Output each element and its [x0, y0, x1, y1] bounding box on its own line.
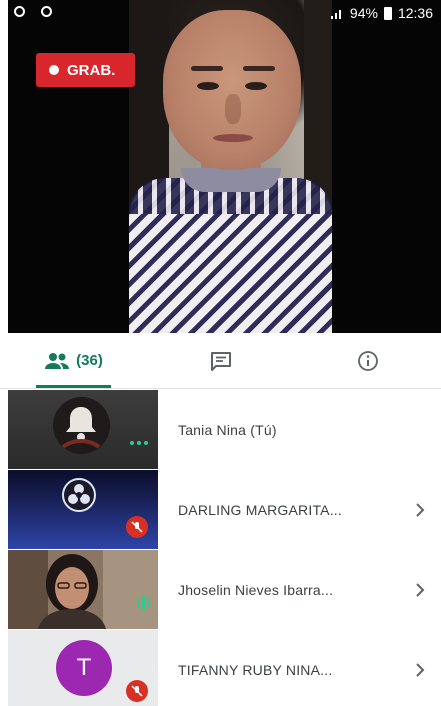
participant-name: Jhoselin Nieves Ibarra... — [178, 582, 334, 598]
video-eye-right — [245, 82, 267, 90]
participant-name: Tania Nina (Tú) — [178, 422, 277, 438]
mic-off-icon — [126, 516, 148, 538]
participant-thumbnail — [8, 550, 158, 629]
video-nose — [225, 94, 241, 124]
people-icon — [45, 352, 70, 369]
more-options-icon[interactable] — [130, 441, 148, 445]
avatar: T — [56, 640, 112, 696]
chevron-right-icon[interactable] — [415, 630, 425, 706]
video-eye-left — [197, 82, 219, 90]
bell-avatar-icon — [61, 407, 101, 449]
participant-row[interactable]: Tania Nina (Tú) — [0, 390, 441, 470]
info-icon — [357, 350, 378, 371]
battery-percent: 94% — [349, 5, 378, 21]
participant-thumbnail: T — [8, 630, 158, 706]
recording-label: GRAB. — [67, 61, 116, 79]
video-collar — [181, 168, 281, 192]
participant-name: DARLING MARGARITA... — [178, 502, 342, 518]
tab-chat[interactable] — [147, 333, 294, 388]
tab-bar: (36) — [0, 333, 441, 389]
tab-info[interactable] — [294, 333, 441, 388]
video-brow-left — [191, 66, 223, 71]
participant-name: TIFANNY RUBY NINA... — [178, 662, 333, 678]
record-dot-icon — [49, 65, 59, 75]
tab-people[interactable]: (36) — [0, 333, 147, 388]
video-brow-right — [243, 66, 275, 71]
chat-icon — [210, 351, 231, 371]
video-stage[interactable]: GRAB. — [8, 0, 441, 333]
signal-icon — [330, 9, 341, 19]
video-mouth — [213, 134, 253, 142]
obs-logo-icon — [62, 478, 96, 512]
video-hair-right — [304, 0, 332, 210]
battery-icon — [383, 6, 392, 20]
status-bar: 94% 12:36 — [0, 0, 441, 26]
clock: 12:36 — [397, 5, 433, 21]
video-face — [163, 10, 301, 170]
participant-row[interactable]: T TIFANNY RUBY NINA... — [0, 630, 441, 706]
participant-thumbnail — [8, 470, 158, 549]
participant-thumbnail — [8, 390, 158, 469]
location-icon — [41, 6, 52, 17]
participant-list: Tania Nina (Tú) DARLING MARGARITA... Jho… — [0, 390, 441, 706]
recording-badge: GRAB. — [36, 53, 135, 87]
mic-off-icon — [126, 680, 148, 702]
participant-avatar — [53, 397, 110, 454]
people-count: (36) — [76, 352, 103, 369]
participant-row[interactable]: Jhoselin Nieves Ibarra... — [0, 550, 441, 630]
chevron-right-icon[interactable] — [415, 470, 425, 550]
chevron-right-icon[interactable] — [415, 550, 425, 630]
participant-video-thumbnail — [8, 550, 158, 629]
main-video-feed[interactable] — [129, 0, 332, 333]
speaking-indicator-icon — [137, 595, 150, 611]
participant-row[interactable]: DARLING MARGARITA... — [0, 470, 441, 550]
notification-icon — [14, 6, 25, 17]
